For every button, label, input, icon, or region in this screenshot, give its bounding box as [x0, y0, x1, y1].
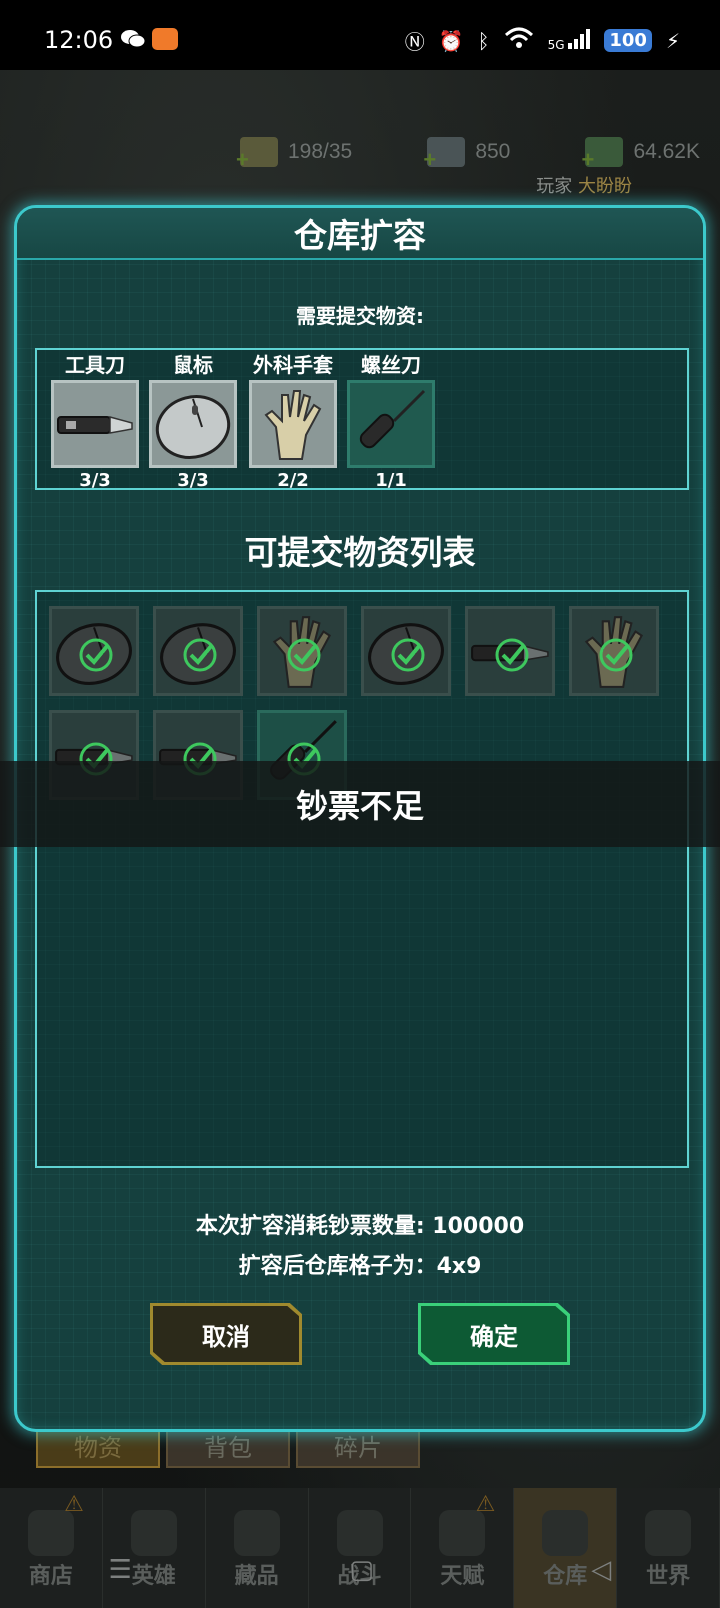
available-items-list	[35, 590, 689, 1168]
status-bar: 12:06 Ⓝ ⏰ ᛒ 5G 100 ⚡	[0, 0, 720, 70]
glove-icon	[264, 390, 322, 460]
required-item: 工具刀 3/3	[51, 350, 139, 491]
required-item-name: 螺丝刀	[361, 353, 421, 377]
warning-icon: ⚠	[475, 1492, 496, 1517]
nfc-icon: Ⓝ	[404, 30, 425, 54]
required-item: 螺丝刀 1/1	[347, 350, 435, 491]
diamond-value: 850	[475, 140, 511, 163]
nav-battle[interactable]: 战斗	[309, 1488, 412, 1608]
expansion-result: 扩容后仓库格子为：4x9	[238, 1254, 482, 1279]
check-icon	[287, 638, 321, 672]
cash-resource[interactable]: + 64.62K	[581, 137, 700, 172]
status-time: 12:06	[44, 26, 114, 54]
list-item[interactable]	[361, 606, 451, 696]
back-icon[interactable]: ◁	[591, 1555, 611, 1585]
energy-icon: +	[236, 137, 278, 172]
player-label: 玩家	[536, 176, 573, 197]
nav-world[interactable]: 世界	[617, 1488, 720, 1608]
cash-value: 64.62K	[633, 140, 700, 163]
battery-level: 100	[604, 29, 652, 52]
required-item-slot[interactable]	[347, 380, 435, 468]
check-icon	[599, 638, 633, 672]
nav-talent[interactable]: ⚠ 天赋	[411, 1488, 515, 1608]
stamina-value: 198/35	[288, 140, 353, 163]
wifi-icon	[504, 27, 534, 54]
required-item-count: 2/2	[277, 470, 309, 491]
signal-icon: 5G	[548, 29, 591, 52]
required-item-count: 1/1	[375, 470, 407, 491]
insufficient-cash-toast: 钞票不足	[0, 761, 720, 847]
confirm-button[interactable]: 确定	[418, 1303, 570, 1365]
stamina-resource[interactable]: + 198/35	[236, 137, 353, 172]
nav-shop[interactable]: ⚠ 商店	[0, 1488, 103, 1608]
required-item: 鼠标 3/3	[149, 350, 237, 491]
charging-icon: ⚡	[665, 28, 680, 53]
available-list-title: 可提交物资列表	[244, 533, 476, 572]
home-icon[interactable]: ▢	[349, 1555, 374, 1585]
diamond-resource[interactable]: + 850	[423, 137, 511, 172]
expansion-cost: 本次扩容消耗钞票数量: 100000	[195, 1214, 525, 1239]
menu-icon[interactable]: ☰	[109, 1555, 132, 1585]
list-item[interactable]	[49, 606, 139, 696]
nav-warehouse[interactable]: 仓库	[514, 1488, 618, 1608]
list-item[interactable]	[257, 606, 347, 696]
nav-collection[interactable]: 藏品	[206, 1488, 309, 1608]
required-item-slot[interactable]	[149, 380, 237, 468]
bluetooth-icon: ᛒ	[477, 28, 490, 53]
list-item[interactable]	[153, 606, 243, 696]
warning-icon: ⚠	[64, 1492, 84, 1517]
network-type: 5G	[547, 38, 565, 52]
required-item-count: 3/3	[177, 470, 209, 491]
required-items-box: 工具刀 3/3 鼠标 3/3 外科手套 2/2 螺丝刀 1/1	[35, 348, 689, 491]
wechat-icon	[120, 28, 146, 50]
list-item[interactable]	[465, 606, 555, 696]
list-item[interactable]	[569, 606, 659, 696]
nav-heroes[interactable]: 英雄	[103, 1488, 206, 1608]
required-item-slot[interactable]	[51, 380, 139, 468]
player-info: 玩家 大盼盼	[536, 172, 632, 198]
alarm-icon: ⏰	[438, 28, 464, 53]
dialog-title: 仓库扩容	[294, 216, 426, 255]
cash-icon: +	[581, 137, 624, 172]
required-item-name: 工具刀	[65, 353, 125, 377]
player-name: 大盼盼	[578, 176, 632, 197]
check-icon	[495, 638, 529, 672]
status-indicators: Ⓝ ⏰ ᛒ 5G 100 ⚡	[405, 26, 680, 55]
system-nav-bar: ☰ ▢ ◁	[0, 1550, 720, 1590]
diamond-icon: +	[423, 137, 466, 172]
screwdriver-icon	[359, 389, 426, 449]
utility-knife-icon	[57, 416, 133, 434]
check-icon	[183, 638, 217, 672]
cancel-button-label: 取消	[202, 1322, 250, 1351]
confirm-button-label: 确定	[470, 1322, 518, 1351]
check-icon	[79, 638, 113, 672]
required-item-slot[interactable]	[249, 380, 337, 468]
cancel-button[interactable]: 取消	[150, 1303, 302, 1365]
mouse-icon	[155, 395, 231, 459]
app-notification-icon	[152, 28, 178, 50]
bottom-nav: ⚠ 商店 英雄 藏品 战斗 ⚠ 天赋 仓库 世界	[0, 1488, 720, 1608]
resource-bar: + 198/35 + 850 + 64.62K	[236, 132, 700, 172]
required-label: 需要提交物资:	[296, 304, 424, 328]
required-item-count: 3/3	[79, 470, 111, 491]
required-item: 外科手套 2/2	[249, 350, 337, 491]
required-item-name: 外科手套	[253, 353, 333, 377]
required-item-name: 鼠标	[173, 353, 213, 377]
dialog-header: 仓库扩容	[17, 208, 703, 260]
check-icon	[391, 638, 425, 672]
